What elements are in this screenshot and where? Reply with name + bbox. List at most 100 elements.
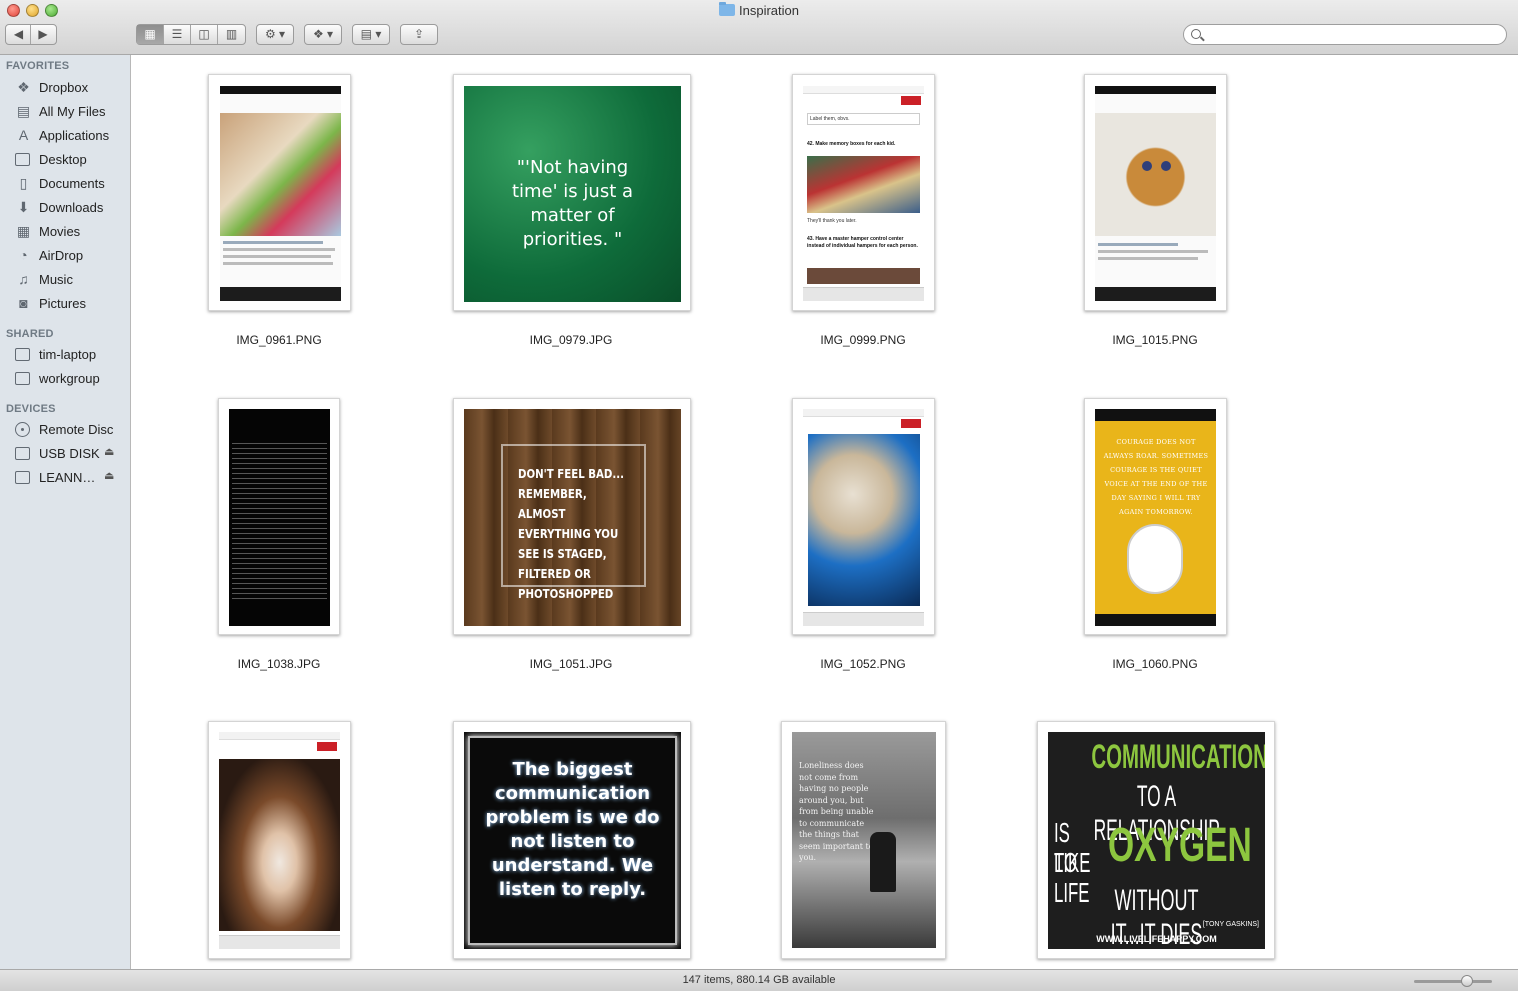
file-name[interactable]: IMG_1051.JPG xyxy=(451,657,691,671)
photo xyxy=(1095,113,1216,236)
file-thumbnail[interactable] xyxy=(218,398,340,635)
file-thumbnail[interactable]: Loneliness does not come from having no … xyxy=(781,721,946,959)
buzzfeed-screenshot-image: Label them, obvs. 42. Make memory boxes … xyxy=(803,86,924,301)
sidebar-item-label: All My Files xyxy=(39,104,106,119)
sidebar-item-downloads[interactable]: ⬇ Downloads xyxy=(0,197,130,219)
list-heading: 42. Make memory boxes for each kid. xyxy=(807,141,896,147)
music-icon: ♫ xyxy=(18,271,29,287)
status-bar: 147 items, 880.14 GB available xyxy=(0,969,1518,991)
file-name[interactable]: IMG_1015.PNG xyxy=(1035,333,1275,347)
cover-flow-button[interactable]: ▥ xyxy=(218,25,245,44)
file-thumbnail[interactable] xyxy=(208,74,351,311)
sidebar-item-label: Documents xyxy=(39,176,105,191)
action-button[interactable]: ⚙ ▾ xyxy=(256,24,294,45)
arrange-button[interactable]: ▤ ▾ xyxy=(352,24,390,45)
text-line xyxy=(223,248,335,251)
share-icon: ⇪ xyxy=(413,27,425,41)
phone-tab-bar xyxy=(220,287,341,301)
folder-icon xyxy=(719,2,735,16)
photo xyxy=(220,113,341,236)
gear-icon: ⚙ ▾ xyxy=(264,27,286,41)
file-name[interactable]: IMG_0979.JPG xyxy=(451,333,691,347)
sidebar-item-label: USB DISK xyxy=(39,446,100,461)
sidebar-item-all-my-files[interactable]: ▤ All My Files xyxy=(0,101,130,123)
photo-detail xyxy=(1142,161,1152,171)
sidebar-item-pictures[interactable]: ◙ Pictures xyxy=(0,293,130,315)
quote-text: DON'T FEEL BAD... REMEMBER, ALMOST EVERY… xyxy=(518,467,625,601)
eject-icon[interactable]: ⏏ xyxy=(104,469,114,482)
text-line xyxy=(1098,243,1178,246)
quote-yellow-lion-image: Courage does not always roar. Sometimes … xyxy=(1095,409,1216,626)
sidebar-item-label: LEANN… xyxy=(39,470,96,485)
back-button[interactable]: ◀ xyxy=(7,25,31,44)
photo xyxy=(808,434,920,606)
caption-box: Label them, obvs. xyxy=(807,113,920,125)
sidebar-item-desktop[interactable]: Desktop xyxy=(0,149,130,171)
dropbox-menu-button[interactable]: ❖ ▾ xyxy=(304,24,342,45)
sidebar-item-remote-disc[interactable]: Remote Disc xyxy=(0,419,130,441)
drive-icon xyxy=(15,447,30,460)
sidebar-item-movies[interactable]: ▦ Movies xyxy=(0,221,130,243)
sidebar-item-dropbox[interactable]: ❖ Dropbox xyxy=(0,77,130,99)
sidebar-item-airdrop[interactable]: ◔ AirDrop xyxy=(0,245,130,267)
pinterest-screenshot-image xyxy=(219,732,340,949)
window-title: Inspiration xyxy=(0,2,1518,18)
documents-icon: ▯ xyxy=(19,175,28,191)
dropbox-icon: ❖ xyxy=(17,79,30,95)
text-line xyxy=(223,255,331,258)
chevron-right-icon: ▶ xyxy=(38,27,48,41)
sidebar-item-label: workgroup xyxy=(39,371,100,386)
phone-status-bar xyxy=(219,732,340,740)
phone-tab-bar xyxy=(219,935,340,949)
search-field[interactable] xyxy=(1183,24,1507,45)
search-icon xyxy=(1191,29,1201,39)
file-name[interactable]: IMG_0999.PNG xyxy=(743,333,983,347)
pin-it-button xyxy=(901,419,921,428)
icon-size-slider-track[interactable] xyxy=(1414,980,1492,983)
file-thumbnail[interactable]: COMMUNICATION TO A RELATIONSHIP IS LIKE … xyxy=(1037,721,1275,959)
caption: They'll thank you later. xyxy=(807,218,857,224)
file-thumbnail[interactable] xyxy=(1084,74,1227,311)
sidebar-item-music[interactable]: ♫ Music xyxy=(0,269,130,291)
sidebar-item-label: Applications xyxy=(39,128,110,143)
file-name[interactable]: IMG_1038.JPG xyxy=(159,657,399,671)
phone-tab-bar xyxy=(803,612,924,626)
sidebar-item-tim-laptop[interactable]: tim-laptop xyxy=(0,344,130,366)
eject-icon[interactable]: ⏏ xyxy=(104,445,114,458)
share-bar xyxy=(807,268,920,284)
window-title-text: Inspiration xyxy=(739,3,799,18)
file-thumbnail[interactable]: Label them, obvs. 42. Make memory boxes … xyxy=(792,74,935,311)
pictures-icon: ◙ xyxy=(19,295,28,311)
file-thumbnail[interactable]: Courage does not always roar. Sometimes … xyxy=(1084,398,1227,635)
icon-view-button[interactable]: ▦ xyxy=(137,25,164,44)
quote-line: COMMUNICATION xyxy=(1091,738,1265,776)
column-view-button[interactable]: ◫ xyxy=(191,25,218,44)
file-name[interactable]: IMG_1052.PNG xyxy=(743,657,983,671)
quote-line: OXYGEN xyxy=(1108,819,1252,872)
icon-size-slider-knob[interactable] xyxy=(1461,975,1473,987)
file-name[interactable]: IMG_0961.PNG xyxy=(159,333,399,347)
forward-button[interactable]: ▶ xyxy=(31,25,55,44)
file-thumbnail[interactable]: "'Not having time' is just a matter of p… xyxy=(453,74,691,311)
finder-window: Inspiration ◀ ▶ ▦ ☰ ◫ ▥ ⚙ ▾ ❖ ▾ ▤ ▾ ⇪ FAVORI… xyxy=(0,0,1518,991)
file-name[interactable]: IMG_1060.PNG xyxy=(1035,657,1275,671)
file-thumbnail[interactable] xyxy=(792,398,935,635)
phone-status-bar xyxy=(803,86,924,94)
sidebar-item-usb-disk[interactable]: USB DISK ⏏ xyxy=(0,443,130,465)
sidebar-item-documents[interactable]: ▯ Documents xyxy=(0,173,130,195)
phone-status-bar xyxy=(220,86,341,94)
file-thumbnail[interactable]: The biggest communication problem is we … xyxy=(453,721,691,959)
list-view-icon: ☰ xyxy=(171,27,183,41)
file-thumbnail[interactable]: DON'T FEEL BAD... REMEMBER, ALMOST EVERY… xyxy=(453,398,691,635)
dropbox-icon: ❖ ▾ xyxy=(312,27,334,41)
sidebar-item-leann[interactable]: LEANN… ⏏ xyxy=(0,467,130,489)
all-files-icon: ▤ xyxy=(16,103,31,119)
quote-bw-photo-image: Loneliness does not come from having no … xyxy=(792,732,936,948)
sidebar-item-workgroup[interactable]: workgroup xyxy=(0,368,130,390)
file-thumbnail[interactable] xyxy=(208,721,351,959)
share-button[interactable]: ⇪ xyxy=(400,24,438,45)
browser-toolbar xyxy=(803,287,924,301)
list-view-button[interactable]: ☰ xyxy=(164,25,191,44)
sidebar-item-applications[interactable]: A Applications xyxy=(0,125,130,147)
quote-oxygen-image: COMMUNICATION TO A RELATIONSHIP IS LIKE … xyxy=(1048,732,1265,949)
